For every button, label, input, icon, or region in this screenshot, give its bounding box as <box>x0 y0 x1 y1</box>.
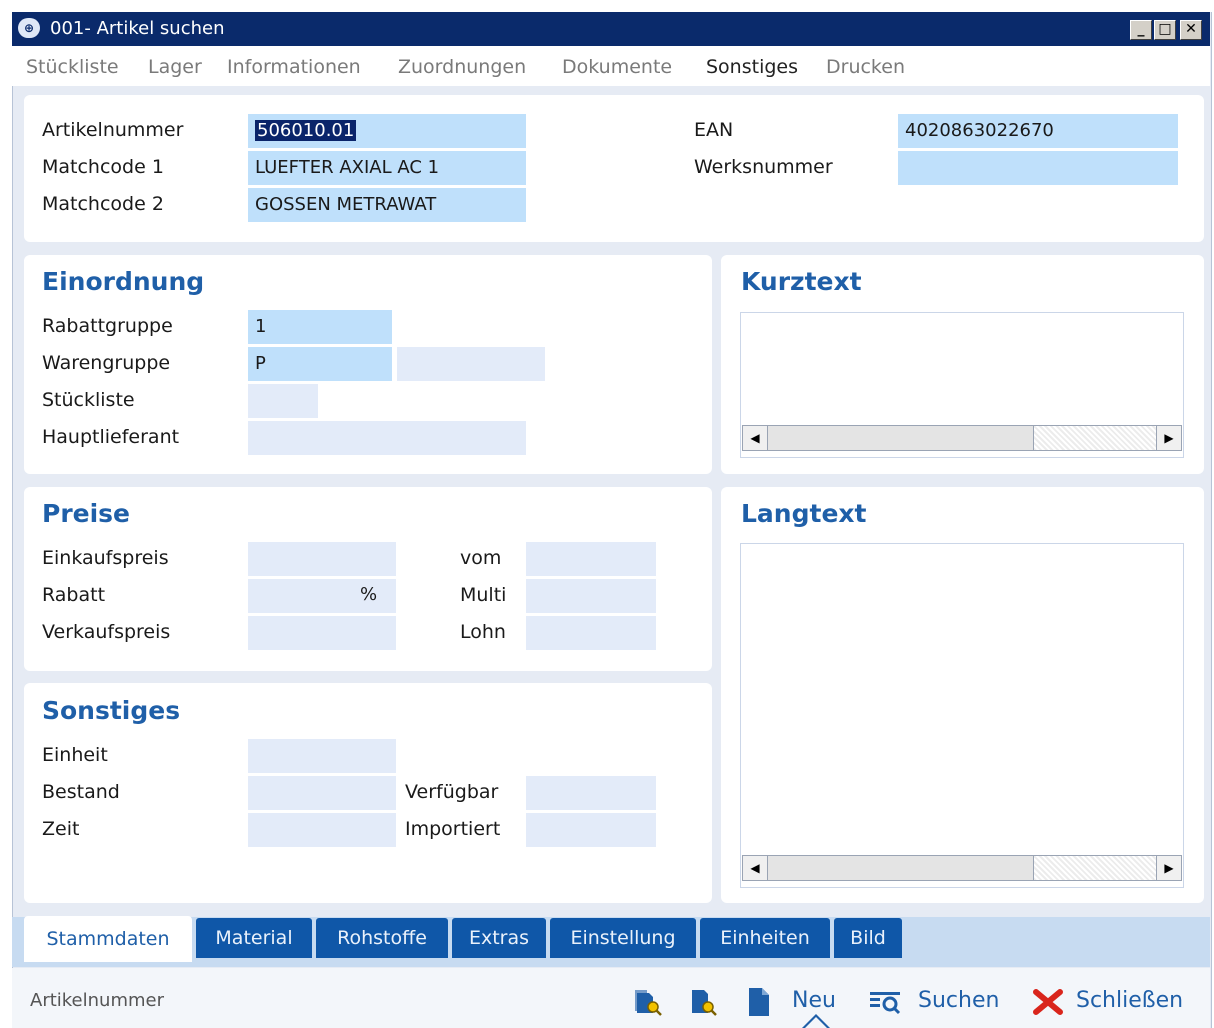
suchen-button[interactable]: Suchen <box>918 986 999 1016</box>
verfuegbar-label: Verfügbar <box>405 781 499 803</box>
ean-label: EAN <box>694 119 734 141</box>
multi-label: Multi <box>460 584 507 606</box>
document-search-icon-2[interactable] <box>688 987 720 1017</box>
lohn-input[interactable] <box>526 616 656 650</box>
sonstiges-title: Sonstiges <box>42 696 181 725</box>
tab-einheiten[interactable]: Einheiten <box>700 918 830 958</box>
rabatt-percent-unit: % <box>360 584 378 605</box>
menu-informationen[interactable]: Informationen <box>227 46 361 88</box>
maximize-button[interactable]: □ <box>1154 20 1176 40</box>
kurztext-title: Kurztext <box>741 267 862 296</box>
vom-label: vom <box>460 547 502 569</box>
warengruppe-input[interactable]: P <box>248 347 392 381</box>
bestand-label: Bestand <box>42 781 120 803</box>
hauptlieferant-input[interactable] <box>248 421 526 455</box>
menu-zuordnungen[interactable]: Zuordnungen <box>398 46 526 88</box>
rabattgruppe-input[interactable]: 1 <box>248 310 392 344</box>
scroll-thumb[interactable] <box>768 426 1034 450</box>
document-search-icon[interactable] <box>633 987 665 1017</box>
preise-title: Preise <box>42 499 131 528</box>
verfuegbar-input[interactable] <box>526 776 656 810</box>
vom-input[interactable] <box>526 542 656 576</box>
tab-extras[interactable]: Extras <box>452 918 546 958</box>
search-list-icon[interactable] <box>868 988 904 1016</box>
tab-bild[interactable]: Bild <box>834 918 902 958</box>
scroll-right-arrow-icon[interactable]: ▶ <box>1156 426 1181 450</box>
verkaufspreis-input[interactable] <box>248 616 396 650</box>
new-document-icon[interactable] <box>746 986 772 1018</box>
neu-button[interactable]: Neu <box>792 986 836 1016</box>
verkaufspreis-label: Verkaufspreis <box>42 621 171 643</box>
stueckliste-input[interactable] <box>248 384 318 418</box>
menu-bar: Stückliste Lager Informationen Zuordnung… <box>12 46 1210 86</box>
langtext-title: Langtext <box>741 499 867 528</box>
warengruppe-description <box>397 347 545 381</box>
einkaufspreis-label: Einkaufspreis <box>42 547 169 569</box>
close-x-icon[interactable] <box>1032 988 1064 1016</box>
matchcode1-input[interactable]: LUEFTER AXIAL AC 1 <box>248 151 526 185</box>
einkaufspreis-input[interactable] <box>248 542 396 576</box>
tab-einstellung[interactable]: Einstellung <box>550 918 696 958</box>
scroll-thumb[interactable] <box>768 856 1034 880</box>
scroll-left-arrow-icon[interactable]: ◀ <box>743 856 768 880</box>
einheit-label: Einheit <box>42 744 108 766</box>
einordnung-title: Einordnung <box>42 267 205 296</box>
matchcode1-label: Matchcode 1 <box>42 156 164 178</box>
stueckliste-label: Stückliste <box>42 389 135 411</box>
bestand-input[interactable] <box>248 776 396 810</box>
matchcode2-input[interactable]: GOSSEN METRAWAT <box>248 188 526 222</box>
importiert-input[interactable] <box>526 813 656 847</box>
rabatt-label: Rabatt <box>42 584 106 606</box>
schliessen-button[interactable]: Schließen <box>1076 986 1183 1016</box>
zeit-input[interactable] <box>248 813 396 847</box>
lohn-label: Lohn <box>460 621 506 643</box>
scroll-left-arrow-icon[interactable]: ◀ <box>743 426 768 450</box>
importiert-label: Importiert <box>405 818 501 840</box>
artikelnummer-label: Artikelnummer <box>42 119 184 141</box>
menu-dokumente[interactable]: Dokumente <box>562 46 672 88</box>
pointer-caret-inner <box>805 1017 827 1028</box>
tab-stammdaten[interactable]: Stammdaten <box>24 916 192 962</box>
kurztext-hscrollbar[interactable]: ◀ ▶ <box>742 425 1182 451</box>
minimize-button[interactable]: _ <box>1130 20 1152 40</box>
scroll-right-arrow-icon[interactable]: ▶ <box>1156 856 1181 880</box>
window-title: 001- Artikel suchen <box>50 18 225 39</box>
menu-stueckliste[interactable]: Stückliste <box>26 46 119 88</box>
werksnummer-label: Werksnummer <box>694 156 833 178</box>
langtext-hscrollbar[interactable]: ◀ ▶ <box>742 855 1182 881</box>
hauptlieferant-label: Hauptlieferant <box>42 426 180 448</box>
menu-lager[interactable]: Lager <box>148 46 202 88</box>
scroll-track[interactable] <box>1034 856 1157 880</box>
werksnummer-input[interactable] <box>898 151 1178 185</box>
scroll-track[interactable] <box>1034 426 1157 450</box>
status-bar <box>12 968 1210 1028</box>
app-logo-icon: ⊕ <box>18 18 40 38</box>
menu-sonstiges[interactable]: Sonstiges <box>706 46 798 88</box>
rabattgruppe-label: Rabattgruppe <box>42 315 173 337</box>
matchcode2-label: Matchcode 2 <box>42 193 164 215</box>
artikelnummer-input[interactable]: 506010.01 <box>248 114 526 148</box>
artikelnummer-value: 506010.01 <box>255 120 357 141</box>
ean-input[interactable]: 4020863022670 <box>898 114 1178 148</box>
zeit-label: Zeit <box>42 818 80 840</box>
tab-material[interactable]: Material <box>196 918 312 958</box>
multi-input[interactable] <box>526 579 656 613</box>
title-bar[interactable]: ⊕ 001- Artikel suchen _ □ ✕ <box>12 12 1210 46</box>
einheit-input[interactable] <box>248 739 396 773</box>
menu-drucken[interactable]: Drucken <box>826 46 905 88</box>
langtext-textarea[interactable] <box>740 543 1184 888</box>
tab-rohstoffe[interactable]: Rohstoffe <box>316 918 448 958</box>
warengruppe-label: Warengruppe <box>42 352 171 374</box>
close-window-button[interactable]: ✕ <box>1180 20 1202 40</box>
field-hint: Artikelnummer <box>30 990 164 1011</box>
